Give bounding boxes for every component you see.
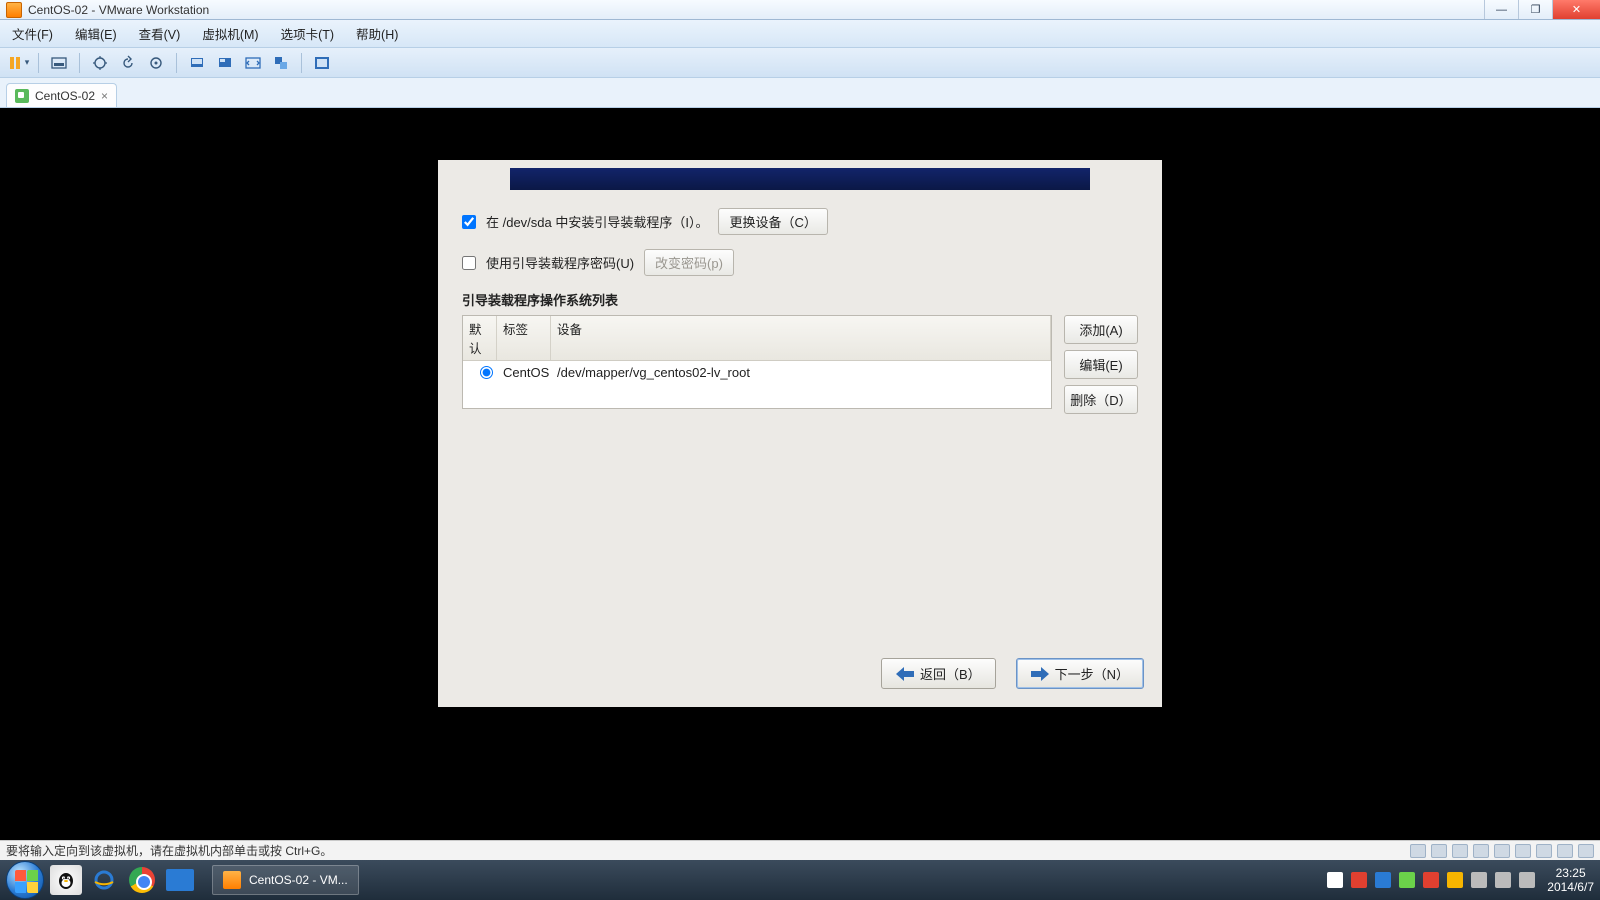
device-network-icon[interactable] — [1473, 844, 1489, 858]
change-device-button[interactable]: 更换设备（C） — [718, 208, 827, 235]
next-button-label: 下一步（N） — [1055, 664, 1129, 683]
vm-tab-centos02[interactable]: CentOS-02 × — [6, 83, 117, 107]
os-edit-button[interactable]: 编辑(E) — [1064, 350, 1138, 379]
taskbar-item-vmware[interactable]: CentOS-02 - VM... — [212, 865, 359, 895]
tray-guard-icon[interactable] — [1423, 872, 1439, 888]
dropdown-caret-icon: ▾ — [25, 57, 30, 68]
menu-file[interactable]: 文件(F) — [8, 22, 57, 45]
col-header-device: 设备 — [551, 316, 1051, 360]
os-row-label: CentOS — [503, 365, 557, 380]
centos-installer-panel: 在 /dev/sda 中安装引导装载程序（I）。 更换设备（C） 使用引导装载程… — [438, 160, 1162, 707]
pinned-ie-icon[interactable] — [88, 865, 120, 895]
vm-viewport[interactable]: 在 /dev/sda 中安装引导装载程序（I）。 更换设备（C） 使用引导装载程… — [0, 108, 1600, 840]
fullscreen-button[interactable] — [310, 52, 334, 74]
app-icon — [6, 2, 22, 18]
use-bootloader-password-label: 使用引导装载程序密码(U) — [486, 253, 634, 272]
use-bootloader-password-checkbox[interactable] — [462, 256, 476, 270]
back-button-label: 返回（B） — [920, 664, 981, 683]
vm-tab-label: CentOS-02 — [35, 89, 95, 103]
next-button[interactable]: 下一步（N） — [1016, 658, 1144, 689]
bootloader-os-table: 默认 标签 设备 CentOS /dev/mapper/vg_centos02-… — [462, 315, 1052, 409]
menu-tabs[interactable]: 选项卡(T) — [277, 22, 338, 45]
device-usb-icon[interactable] — [1494, 844, 1510, 858]
vmware-task-icon — [223, 871, 241, 889]
minimize-button[interactable]: — — [1484, 0, 1518, 19]
tray-bluetooth-icon[interactable] — [1375, 872, 1391, 888]
pinned-explorer-icon[interactable] — [164, 865, 196, 895]
taskbar-clock[interactable]: 23:25 2014/6/7 — [1547, 866, 1594, 895]
close-button[interactable]: ✕ — [1552, 0, 1600, 19]
installer-banner — [510, 168, 1090, 190]
start-button[interactable] — [6, 861, 44, 899]
pause-vm-button[interactable]: ▾ — [6, 52, 30, 74]
os-default-radio[interactable] — [480, 366, 493, 379]
toolbar: ▾ — [0, 48, 1600, 78]
back-button[interactable]: 返回（B） — [881, 658, 996, 689]
titlebar: CentOS-02 - VMware Workstation — ❐ ✕ — [0, 0, 1600, 20]
pinned-chrome-icon[interactable] — [126, 865, 158, 895]
pinned-qq-icon[interactable] — [50, 865, 82, 895]
vmware-device-tray — [1410, 844, 1594, 858]
tray-safety-icon[interactable] — [1399, 872, 1415, 888]
device-cd-icon[interactable] — [1431, 844, 1447, 858]
show-thumbnail-button[interactable] — [213, 52, 237, 74]
tray-volume-icon[interactable] — [1519, 872, 1535, 888]
arrow-left-icon — [896, 667, 914, 681]
os-row-device: /dev/mapper/vg_centos02-lv_root — [557, 365, 1045, 380]
tabstrip: CentOS-02 × — [0, 78, 1600, 108]
clock-time: 23:25 — [1547, 866, 1594, 880]
stretch-guest-button[interactable] — [241, 52, 265, 74]
change-password-button: 改变密码(p) — [644, 249, 734, 276]
windows-taskbar: CentOS-02 - VM... 23:25 2014/6/7 — [0, 860, 1600, 900]
snapshot-revert-button[interactable] — [116, 52, 140, 74]
menu-view[interactable]: 查看(V) — [135, 22, 185, 45]
col-header-label: 标签 — [497, 316, 551, 360]
device-display-icon[interactable] — [1557, 844, 1573, 858]
tray-antivirus-icon[interactable] — [1351, 872, 1367, 888]
maximize-button[interactable]: ❐ — [1518, 0, 1552, 19]
tab-close-button[interactable]: × — [101, 89, 108, 103]
device-floppy-icon[interactable] — [1452, 844, 1468, 858]
device-printer-icon[interactable] — [1536, 844, 1552, 858]
taskbar-item-label: CentOS-02 - VM... — [249, 873, 348, 887]
system-tray — [1327, 872, 1535, 888]
send-ctrl-alt-del-button[interactable] — [47, 52, 71, 74]
menu-help[interactable]: 帮助(H) — [352, 22, 402, 45]
arrow-right-icon — [1031, 667, 1049, 681]
tray-usb-icon[interactable] — [1471, 872, 1487, 888]
install-bootloader-label: 在 /dev/sda 中安装引导装载程序（I）。 — [486, 212, 708, 231]
device-sound-icon[interactable] — [1515, 844, 1531, 858]
menu-vm[interactable]: 虚拟机(M) — [198, 22, 262, 45]
os-row[interactable]: CentOS /dev/mapper/vg_centos02-lv_root — [463, 361, 1051, 384]
install-bootloader-checkbox[interactable] — [462, 215, 476, 229]
window-title: CentOS-02 - VMware Workstation — [28, 3, 209, 17]
os-list-title: 引导装载程序操作系统列表 — [462, 290, 1138, 309]
show-console-button[interactable] — [185, 52, 209, 74]
col-header-default: 默认 — [463, 316, 497, 360]
vm-running-icon — [15, 89, 29, 103]
tray-msg-icon[interactable] — [1447, 872, 1463, 888]
unity-button[interactable] — [269, 52, 293, 74]
snapshot-take-button[interactable] — [88, 52, 112, 74]
status-hint: 要将输入定向到该虚拟机，请在虚拟机内部单击或按 Ctrl+G。 — [6, 842, 332, 859]
clock-date: 2014/6/7 — [1547, 880, 1594, 894]
snapshot-manage-button[interactable] — [144, 52, 168, 74]
menu-edit[interactable]: 编辑(E) — [71, 22, 121, 45]
os-add-button[interactable]: 添加(A) — [1064, 315, 1138, 344]
device-hdd-icon[interactable] — [1410, 844, 1426, 858]
message-log-icon[interactable] — [1578, 844, 1594, 858]
tray-show-hidden-icon[interactable] — [1327, 872, 1343, 888]
vmware-statusbar: 要将输入定向到该虚拟机，请在虚拟机内部单击或按 Ctrl+G。 — [0, 840, 1600, 860]
tray-network-icon[interactable] — [1495, 872, 1511, 888]
vmware-window: CentOS-02 - VMware Workstation — ❐ ✕ 文件(… — [0, 0, 1600, 900]
os-delete-button[interactable]: 删除（D） — [1064, 385, 1138, 414]
menubar: 文件(F) 编辑(E) 查看(V) 虚拟机(M) 选项卡(T) 帮助(H) — [0, 20, 1600, 48]
